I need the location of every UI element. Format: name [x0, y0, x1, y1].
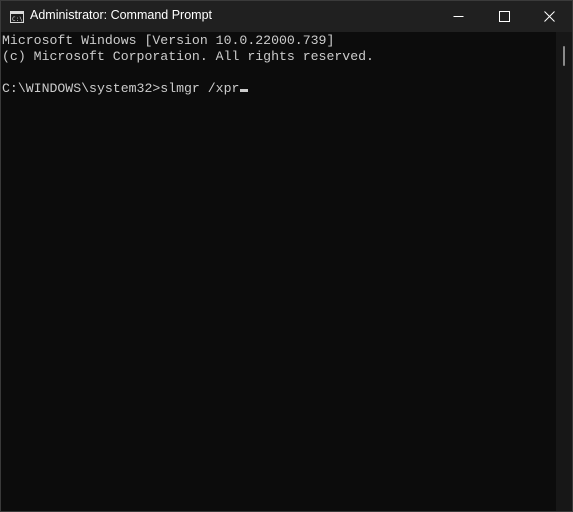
vertical-scrollbar[interactable] — [556, 32, 572, 511]
command-prompt-icon[interactable]: C:\ — [10, 10, 24, 23]
maximize-icon — [498, 11, 510, 22]
console-line-copyright: (c) Microsoft Corporation. All rights re… — [2, 49, 374, 64]
scrollbar-thumb[interactable] — [563, 46, 565, 66]
maximize-button[interactable] — [481, 1, 527, 32]
close-button[interactable] — [526, 1, 572, 32]
minimize-icon — [453, 11, 464, 22]
text-cursor — [240, 89, 249, 92]
close-icon — [543, 11, 555, 22]
console-line-version: Microsoft Windows [Version 10.0.22000.73… — [2, 33, 335, 48]
window-title: Administrator: Command Prompt — [30, 8, 213, 22]
title-bar[interactable]: C:\ Administrator: Command Prompt — [1, 1, 572, 32]
command-prompt-text: C:\WINDOWS\system32>slmgr /xpr — [2, 81, 240, 96]
command-prompt-window: C:\ Administrator: Command Prompt Micros… — [0, 0, 573, 512]
minimize-button[interactable] — [435, 1, 481, 32]
console-output[interactable]: Microsoft Windows [Version 10.0.22000.73… — [1, 32, 554, 511]
console-command-line[interactable]: C:\WINDOWS\system32>slmgr /xpr — [1, 81, 554, 97]
svg-text:C:\: C:\ — [12, 16, 23, 23]
